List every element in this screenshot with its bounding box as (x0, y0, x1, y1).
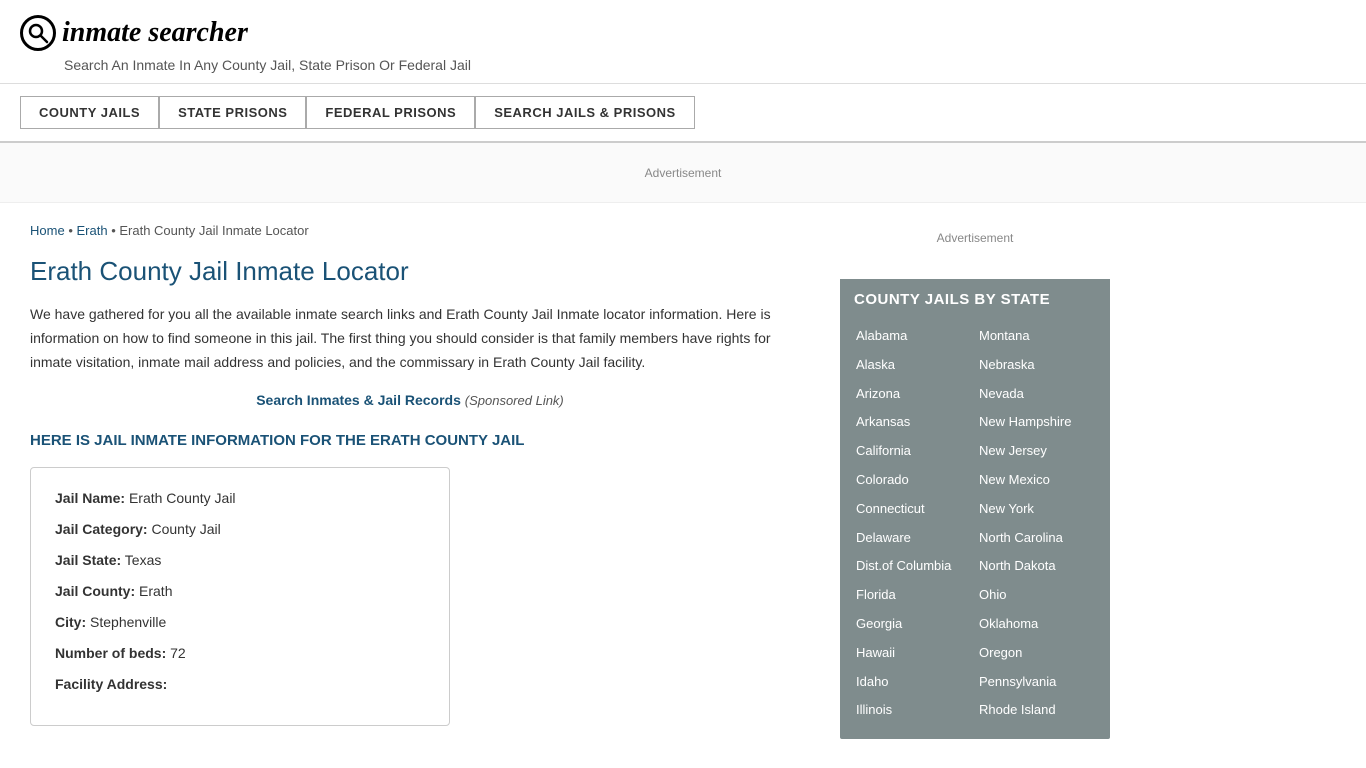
info-jail-county-label: Jail County: (55, 583, 135, 599)
state-link-arizona[interactable]: Arizona (854, 380, 977, 409)
nav-search-jails[interactable]: SEARCH JAILS & PRISONS (475, 96, 694, 129)
state-box: COUNTY JAILS BY STATE AlabamaAlaskaArizo… (840, 279, 1110, 739)
info-jail-county: Jail County: Erath (55, 581, 425, 602)
info-jail-state-label: Jail State: (55, 552, 121, 568)
info-jail-state-val: Texas (125, 552, 162, 568)
state-link-distof-columbia[interactable]: Dist.of Columbia (854, 552, 977, 581)
sponsored-link-anchor[interactable]: Search Inmates & Jail Records (256, 392, 461, 408)
info-box: Jail Name: Erath County Jail Jail Catego… (30, 467, 450, 726)
info-jail-category-label: Jail Category: (55, 521, 148, 537)
state-link-new-jersey[interactable]: New Jersey (977, 437, 1100, 466)
breadcrumb-home[interactable]: Home (30, 223, 65, 238)
breadcrumb: Home • Erath • Erath County Jail Inmate … (30, 223, 790, 238)
state-link-nevada[interactable]: Nevada (977, 380, 1100, 409)
info-jail-name-label: Jail Name: (55, 490, 125, 506)
content-area: Home • Erath • Erath County Jail Inmate … (0, 203, 820, 759)
header: inmate searcher Search An Inmate In Any … (0, 0, 1366, 84)
state-link-california[interactable]: California (854, 437, 977, 466)
info-jail-city-label: City: (55, 614, 86, 630)
info-jail-state: Jail State: Texas (55, 550, 425, 571)
sidebar-advertisement: Advertisement (840, 213, 1110, 263)
state-link-connecticut[interactable]: Connecticut (854, 495, 977, 524)
state-col-right: MontanaNebraskaNevadaNew HampshireNew Je… (977, 322, 1100, 725)
state-link-new-mexico[interactable]: New Mexico (977, 466, 1100, 495)
main-content: Home • Erath • Erath County Jail Inmate … (0, 203, 1366, 759)
info-jail-address: Facility Address: (55, 674, 425, 695)
state-link-north-dakota[interactable]: North Dakota (977, 552, 1100, 581)
tagline: Search An Inmate In Any County Jail, Sta… (64, 57, 1346, 73)
description-text: We have gathered for you all the availab… (30, 303, 790, 374)
info-jail-beds-label: Number of beds: (55, 645, 166, 661)
info-jail-name: Jail Name: Erath County Jail (55, 488, 425, 509)
state-link-idaho[interactable]: Idaho (854, 668, 977, 697)
info-jail-category-val: County Jail (151, 521, 220, 537)
sponsored-label-text: (Sponsored Link) (465, 393, 564, 408)
info-jail-city-val: Stephenville (90, 614, 166, 630)
info-jail-address-label: Facility Address: (55, 676, 167, 692)
state-link-alaska[interactable]: Alaska (854, 351, 977, 380)
state-grid: AlabamaAlaskaArizonaArkansasCaliforniaCo… (840, 318, 1110, 739)
navigation: COUNTY JAILS STATE PRISONS FEDERAL PRISO… (0, 84, 1366, 143)
sub-heading: HERE IS JAIL INMATE INFORMATION FOR THE … (30, 432, 790, 449)
logo-icon (20, 15, 56, 51)
state-link-oregon[interactable]: Oregon (977, 639, 1100, 668)
state-link-ohio[interactable]: Ohio (977, 581, 1100, 610)
info-jail-category: Jail Category: County Jail (55, 519, 425, 540)
breadcrumb-current: Erath County Jail Inmate Locator (119, 223, 308, 238)
state-link-delaware[interactable]: Delaware (854, 524, 977, 553)
page-title: Erath County Jail Inmate Locator (30, 256, 790, 287)
state-link-north-carolina[interactable]: North Carolina (977, 524, 1100, 553)
nav-county-jails[interactable]: COUNTY JAILS (20, 96, 159, 129)
state-link-new-york[interactable]: New York (977, 495, 1100, 524)
logo-text: inmate searcher (62, 17, 248, 49)
nav-state-prisons[interactable]: STATE PRISONS (159, 96, 306, 129)
state-link-illinois[interactable]: Illinois (854, 696, 977, 725)
state-link-florida[interactable]: Florida (854, 581, 977, 610)
info-jail-name-val: Erath County Jail (129, 490, 236, 506)
info-jail-beds: Number of beds: 72 (55, 643, 425, 664)
info-jail-city: City: Stephenville (55, 612, 425, 633)
state-link-alabama[interactable]: Alabama (854, 322, 977, 351)
state-link-new-hampshire[interactable]: New Hampshire (977, 408, 1100, 437)
state-link-montana[interactable]: Montana (977, 322, 1100, 351)
state-col-left: AlabamaAlaskaArizonaArkansasCaliforniaCo… (854, 322, 977, 725)
state-box-title: COUNTY JAILS BY STATE (840, 279, 1110, 318)
state-link-pennsylvania[interactable]: Pennsylvania (977, 668, 1100, 697)
breadcrumb-erath[interactable]: Erath (76, 223, 107, 238)
sidebar: Advertisement COUNTY JAILS BY STATE Alab… (820, 203, 1130, 759)
info-jail-county-val: Erath (139, 583, 172, 599)
state-link-nebraska[interactable]: Nebraska (977, 351, 1100, 380)
state-link-colorado[interactable]: Colorado (854, 466, 977, 495)
logo-area: inmate searcher (20, 15, 1346, 51)
state-link-arkansas[interactable]: Arkansas (854, 408, 977, 437)
state-link-oklahoma[interactable]: Oklahoma (977, 610, 1100, 639)
sponsored-link-section: Search Inmates & Jail Records (Sponsored… (30, 392, 790, 408)
state-link-hawaii[interactable]: Hawaii (854, 639, 977, 668)
state-link-georgia[interactable]: Georgia (854, 610, 977, 639)
nav-federal-prisons[interactable]: FEDERAL PRISONS (306, 96, 475, 129)
info-jail-beds-val: 72 (170, 645, 186, 661)
advertisement-bar: Advertisement (0, 143, 1366, 203)
state-link-rhode-island[interactable]: Rhode Island (977, 696, 1100, 725)
